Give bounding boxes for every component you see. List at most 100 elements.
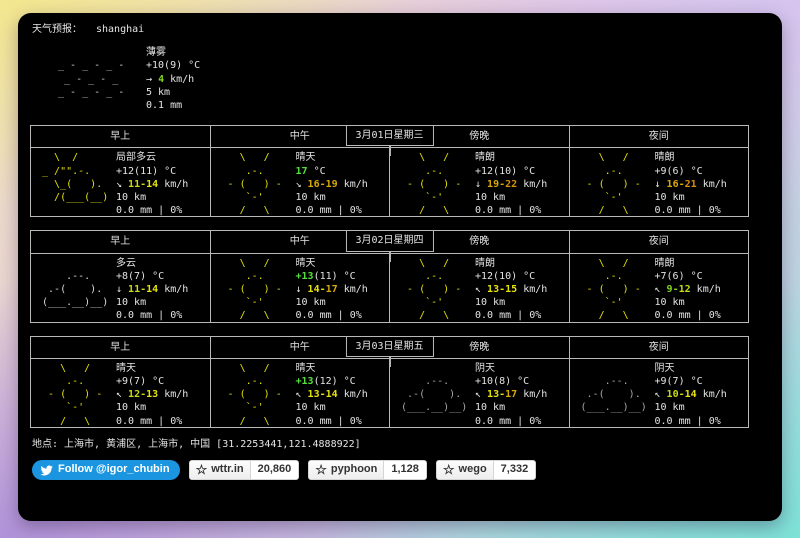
visibility-value: 10 km bbox=[475, 297, 506, 309]
visibility-value: 10 km bbox=[295, 192, 326, 204]
precip-separator: | bbox=[511, 415, 530, 427]
precip-value: 0.0 mm bbox=[475, 205, 512, 217]
github-star-badge-pyphoon[interactable]: ☆ pyphoon 1,128 bbox=[308, 460, 427, 481]
forecast-cell: \ / .-. - ( ) - `-' / \ 晴朗 +7(6) °C ↖ 9-… bbox=[570, 254, 749, 322]
wind-unit: km/h bbox=[696, 389, 727, 401]
visibility-value: 10 km bbox=[654, 297, 685, 309]
temp-line: +7(6) °C bbox=[655, 270, 747, 283]
condition-label: 局部多云 bbox=[116, 152, 156, 164]
precip-value: 0.0 mm bbox=[116, 310, 153, 322]
wind-lo: 11 bbox=[128, 178, 141, 190]
wind-unit: km/h bbox=[158, 178, 189, 190]
wind-unit: km/h bbox=[517, 389, 548, 401]
visibility-value: 10 km bbox=[116, 402, 147, 414]
current-wind: → 4 km/h bbox=[146, 73, 200, 86]
condition-label: 阴天 bbox=[654, 362, 675, 374]
temp-line: 17 °C bbox=[296, 165, 388, 178]
visibility-value: 10 km bbox=[116, 192, 147, 204]
wind-unit: km/h bbox=[337, 389, 368, 401]
temp-line: +10(8) °C bbox=[475, 375, 567, 388]
precip-value: 0.0 mm bbox=[116, 415, 153, 427]
wind-unit: km/h bbox=[158, 389, 189, 401]
star-icon: ☆ bbox=[315, 461, 327, 477]
temp-rest: +12(11) °C bbox=[116, 165, 177, 177]
condition-label: 晴朗 bbox=[654, 257, 675, 269]
star-count: 20,860 bbox=[250, 461, 299, 480]
day-cells-row: \ / _ /"".-. \_( ). /(___(__) 局部多云 +12(1… bbox=[31, 148, 749, 217]
forecast-cell: \ / _ /"".-. \_( ). /(___(__) 局部多云 +12(1… bbox=[31, 148, 211, 217]
precip-line: 0.0 mm | 0% bbox=[655, 415, 747, 427]
forecast-cell: \ / .-. - ( ) - `-' / \ 晴天 +9(7) °C ↖ 12… bbox=[31, 358, 211, 427]
visibility-value: 10 km bbox=[116, 297, 147, 309]
report-location: shanghai bbox=[96, 24, 145, 35]
temp-line: +12(10) °C bbox=[475, 270, 567, 283]
forecast-days: 3月01日星期三 早上 中午 傍晚 夜间 \ / _ /"".-. \_( ). /(… bbox=[30, 125, 770, 428]
condition-label: 晴天 bbox=[116, 362, 136, 374]
github-star-badge-wttrin[interactable]: ☆ wttr.in 20,860 bbox=[188, 460, 300, 481]
precip-chance: 0% bbox=[529, 415, 542, 427]
temp-line: +13(11) °C bbox=[296, 270, 388, 283]
temp-rest: +12(10) °C bbox=[475, 270, 536, 282]
report-title-label: 天气预报： bbox=[32, 24, 82, 35]
period-header: 夜间 bbox=[648, 131, 669, 143]
weather-art: \ / .-. - ( ) - `-' / \ bbox=[227, 257, 282, 322]
precip-value: 0.0 mm bbox=[475, 310, 512, 322]
date-box: 3月03日星期五 bbox=[345, 335, 434, 368]
temp-line: +9(7) °C bbox=[655, 375, 747, 388]
wind-unit: km/h bbox=[696, 178, 727, 190]
date-label: 3月02日星期四 bbox=[355, 235, 424, 247]
wind-unit: km/h bbox=[517, 284, 548, 296]
temp-highlight: 17 bbox=[295, 165, 308, 177]
precip-value: 0.0 mm bbox=[654, 310, 691, 322]
precip-separator: | bbox=[511, 310, 530, 322]
precip-line: 0.0 mm | 0% bbox=[296, 204, 388, 216]
temp-rest: +9(7) °C bbox=[654, 376, 703, 388]
weather-art: \ / .-. - ( ) - `-' / \ bbox=[227, 152, 282, 217]
temp-rest: +8(7) °C bbox=[116, 270, 165, 282]
wind-direction-icon: ↘ bbox=[116, 178, 129, 190]
temp-line: +13(12) °C bbox=[296, 375, 388, 388]
forecast-cell: \ / .-. - ( ) - `-' / \ 晴朗 +9(6) °C ↓ 16… bbox=[570, 148, 749, 216]
forecast-cell: \ / .-. - ( ) - `-' / \ 晴天 +13(11) °C ↓ … bbox=[211, 253, 390, 322]
temp-line: +9(6) °C bbox=[655, 165, 747, 178]
period-header: 早上 bbox=[31, 126, 211, 148]
wind-hi: 19 bbox=[325, 178, 338, 190]
twitter-follow-button[interactable]: Follow @igor_chubin bbox=[32, 460, 180, 481]
current-condition-label: 薄雾 bbox=[146, 47, 166, 59]
weather-art: \ / .-. - ( ) - `-' / \ bbox=[407, 152, 462, 217]
weather-art: .--. .-( ). (___.__)__) bbox=[580, 376, 647, 414]
temp-rest: +9(7) °C bbox=[116, 376, 165, 388]
current-art: _ - _ - _ - _ - _ - _ _ - _ - _ - bbox=[58, 60, 125, 98]
wind-line: ↖ 13-15 km/h bbox=[475, 283, 567, 296]
forecast-day: 3月02日星期四 早上 中午 傍晚 夜间 .--. .-( ). (___.__)__… bbox=[30, 230, 749, 323]
repo-name: wttr.in bbox=[211, 463, 244, 476]
weather-art: \ / .-. - ( ) - `-' / \ bbox=[48, 362, 103, 427]
wind-lo: 12 bbox=[128, 389, 141, 401]
github-star-badge-wego[interactable]: ☆ wego 7,332 bbox=[435, 460, 537, 481]
condition-label: 晴朗 bbox=[654, 152, 675, 164]
date-label: 3月03日星期五 bbox=[355, 340, 424, 352]
precip-chance: 0% bbox=[170, 415, 183, 427]
period-header: 早上 bbox=[31, 336, 211, 358]
temp-line: +12(10) °C bbox=[475, 165, 567, 178]
forecast-cell: .--. .-( ). (___.__)__) 多云 +8(7) °C ↓ 11… bbox=[31, 253, 211, 322]
precip-chance: 0% bbox=[529, 205, 542, 217]
wind-lo: 13 bbox=[487, 284, 500, 296]
precip-separator: | bbox=[331, 310, 350, 322]
condition-label: 晴天 bbox=[295, 152, 316, 164]
precip-value: 0.0 mm bbox=[654, 205, 691, 217]
wind-line: ↖ 13-17 km/h bbox=[475, 388, 567, 401]
precip-chance: 0% bbox=[708, 415, 721, 427]
date-label: 3月01日星期三 bbox=[355, 130, 424, 142]
forecast-day: 3月01日星期三 早上 中午 傍晚 夜间 \ / _ /"".-. \_( ). /(… bbox=[30, 125, 749, 218]
wind-line: ↖ 13-14 km/h bbox=[296, 388, 388, 401]
precip-separator: | bbox=[152, 415, 171, 427]
wind-hi: 14 bbox=[684, 389, 697, 401]
precip-chance: 0% bbox=[349, 310, 362, 322]
condition-label: 晴朗 bbox=[475, 152, 495, 164]
precip-chance: 0% bbox=[529, 310, 542, 322]
wind-direction-icon: ↓ bbox=[295, 284, 308, 296]
temp-rest: +12(10) °C bbox=[475, 165, 536, 177]
wind-direction-icon: ↖ bbox=[116, 389, 129, 401]
condition-label: 晴天 bbox=[295, 257, 316, 269]
